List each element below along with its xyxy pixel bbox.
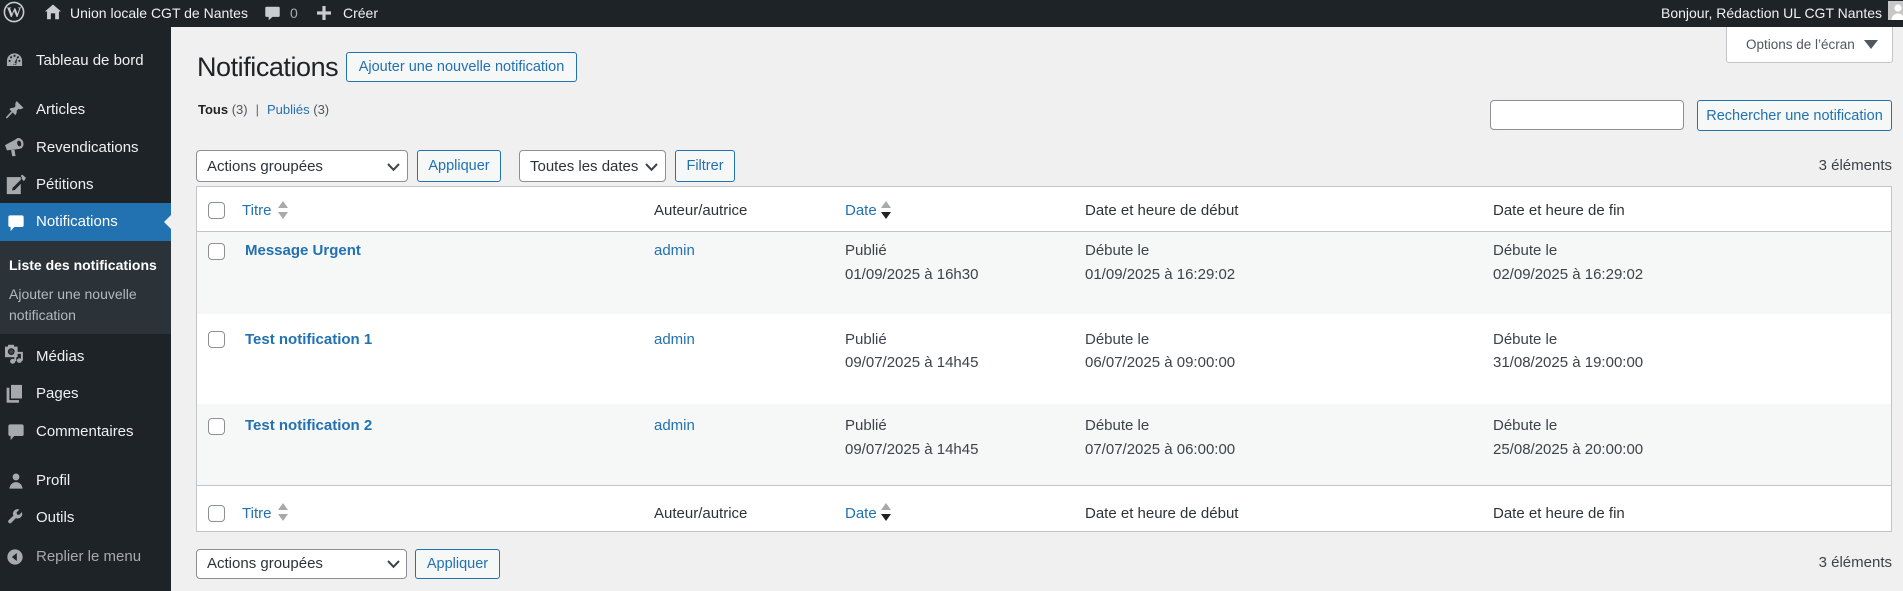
svg-text:W: W [7,5,22,21]
